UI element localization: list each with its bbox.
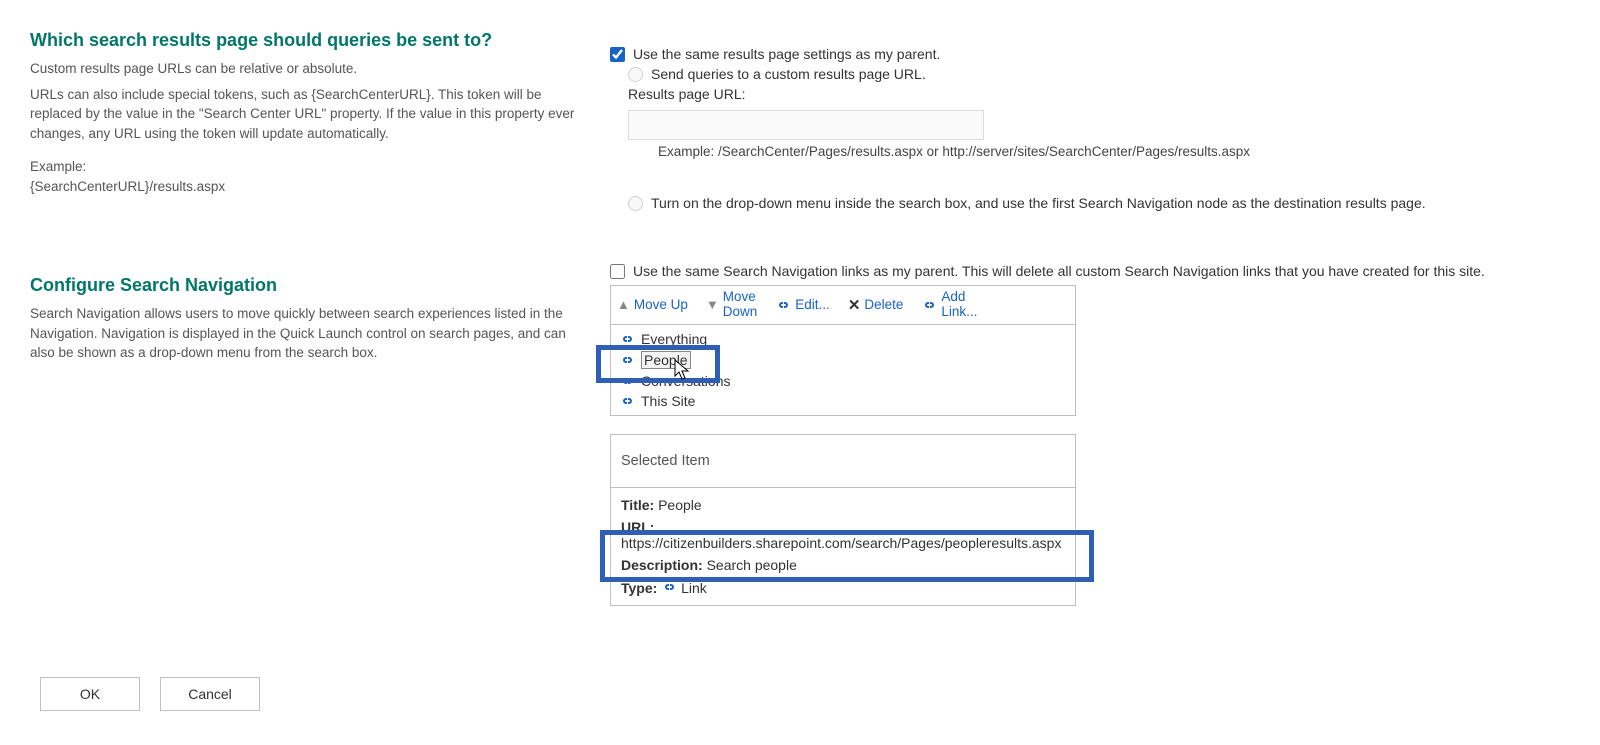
link-icon [775, 297, 791, 313]
link-icon [619, 393, 635, 409]
nav-item-this-site[interactable]: This Site [611, 391, 1075, 411]
selected-item-panel: Selected Item Title: People URL: https:/… [610, 434, 1076, 606]
arrow-up-icon: ▲ [617, 298, 630, 311]
same-nav-parent-checkbox[interactable] [610, 264, 625, 279]
section1-example-label: Example: [30, 157, 590, 177]
section2-desc: Search Navigation allows users to move q… [30, 304, 590, 363]
selected-url-row: URL: https://citizenbuilders.sharepoint.… [611, 516, 1075, 554]
arrow-down-icon: ▼ [706, 298, 719, 311]
move-down-button[interactable]: ▼ MoveDown [706, 290, 757, 320]
cancel-button[interactable]: Cancel [160, 677, 260, 711]
close-icon: ✕ [848, 296, 861, 314]
same-parent-checkbox[interactable] [610, 47, 625, 62]
section2-heading: Configure Search Navigation [30, 275, 590, 296]
selected-type-row: Type: Link [611, 576, 1075, 599]
link-icon [921, 297, 937, 313]
move-up-button[interactable]: ▲ Move Up [617, 297, 688, 312]
same-nav-parent-label: Use the same Search Navigation links as … [633, 263, 1485, 279]
same-parent-label: Use the same results page settings as my… [633, 46, 940, 62]
section1-example-value: {SearchCenterURL}/results.aspx [30, 177, 590, 197]
delete-button[interactable]: ✕ Delete [848, 296, 904, 314]
section1-desc1: Custom results page URLs can be relative… [30, 59, 590, 79]
results-url-label: Results page URL: [628, 86, 746, 102]
ok-button[interactable]: OK [40, 677, 140, 711]
nav-list: Everything People Conversations This Sit… [610, 324, 1076, 416]
selected-item-header: Selected Item [611, 435, 1075, 488]
section1-desc2: URLs can also include special tokens, su… [30, 85, 590, 144]
selected-title-row: Title: People [611, 494, 1075, 516]
link-icon [619, 331, 635, 347]
custom-url-label: Send queries to a custom results page UR… [651, 66, 926, 82]
nav-item-people[interactable]: People [611, 349, 1075, 371]
nav-item-label: People [641, 351, 691, 369]
nav-item-label: This Site [641, 393, 695, 409]
results-url-input[interactable] [628, 110, 984, 140]
link-icon [619, 352, 635, 368]
nav-item-label: Conversations [641, 373, 731, 389]
custom-url-radio[interactable] [628, 67, 643, 82]
nav-item-conversations[interactable]: Conversations [611, 371, 1075, 391]
edit-button[interactable]: Edit... [775, 297, 830, 313]
nav-item-everything[interactable]: Everything [611, 329, 1075, 349]
nav-item-label: Everything [641, 331, 707, 347]
add-link-button[interactable]: AddLink... [921, 290, 977, 320]
link-icon [661, 579, 677, 595]
selected-description-row: Description: Search people [611, 554, 1075, 576]
dropdown-label: Turn on the drop-down menu inside the se… [651, 195, 1426, 211]
link-icon [619, 373, 635, 389]
results-url-example: Example: /SearchCenter/Pages/results.asp… [658, 144, 1570, 159]
nav-toolbar: ▲ Move Up ▼ MoveDown Edit... ✕ Delete [610, 285, 1076, 324]
dropdown-radio[interactable] [628, 196, 643, 211]
section1-heading: Which search results page should queries… [30, 30, 590, 51]
